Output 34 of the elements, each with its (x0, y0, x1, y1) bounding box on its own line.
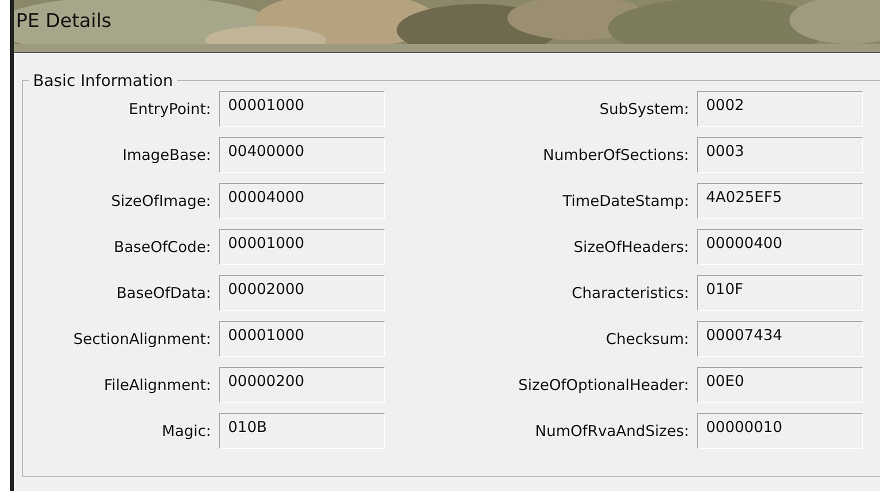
value-field[interactable]: 00001000 (219, 229, 385, 265)
field-label: FileAlignment: (102, 376, 211, 394)
value-field[interactable]: 00E0 (697, 367, 863, 403)
value-field[interactable]: 00007434 (697, 321, 863, 357)
field-label: SizeOfOptionalHeader: (517, 376, 689, 394)
field-label: Characteristics: (570, 284, 689, 302)
value-field[interactable]: 00000400 (697, 229, 863, 265)
value-field[interactable]: 00000010 (697, 413, 863, 449)
window-title: PE Details (16, 10, 112, 32)
value-field[interactable]: 010B (219, 413, 385, 449)
field-label: TimeDateStamp: (562, 192, 689, 210)
field-label: NumOfRvaAndSizes: (534, 422, 689, 440)
field-label: SizeOfImage: (110, 192, 211, 210)
field-label: NumberOfSections: (542, 146, 689, 164)
value-field[interactable]: 00000200 (219, 367, 385, 403)
value-field[interactable]: 0003 (697, 137, 863, 173)
field-label: EntryPoint: (128, 100, 211, 118)
group-title: Basic Information (32, 71, 174, 90)
field-label: ImageBase: (121, 146, 211, 164)
value-field[interactable]: 00001000 (219, 321, 385, 357)
value-field[interactable]: 00004000 (219, 183, 385, 219)
field-label: BaseOfData: (116, 284, 211, 302)
value-field[interactable]: 00400000 (219, 137, 385, 173)
field-label: BaseOfCode: (112, 238, 211, 256)
value-field[interactable]: 0002 (697, 91, 863, 127)
field-label: SectionAlignment: (72, 330, 211, 348)
field-label: SubSystem: (598, 100, 689, 118)
value-field[interactable]: 4A025EF5 (697, 183, 863, 219)
field-label: Magic: (160, 422, 211, 440)
field-label: Checksum: (604, 330, 689, 348)
field-label: SizeOfHeaders: (572, 238, 689, 256)
value-field[interactable]: 00001000 (219, 91, 385, 127)
value-field[interactable]: 010F (697, 275, 863, 311)
value-field[interactable]: 00002000 (219, 275, 385, 311)
